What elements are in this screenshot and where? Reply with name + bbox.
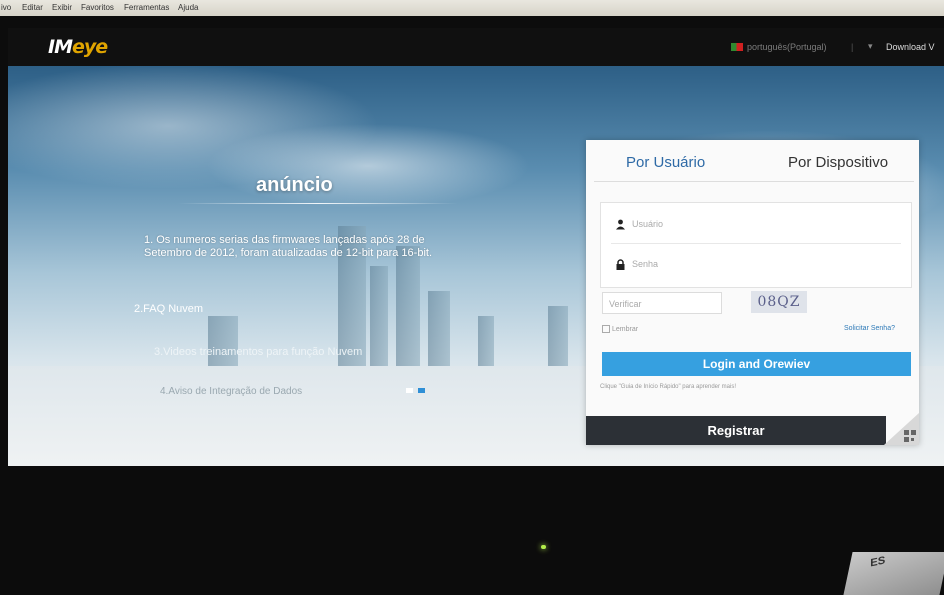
username-placeholder: Usuário (632, 219, 664, 229)
language-label: português(Portugal) (747, 42, 827, 52)
remember-label: Lembrar (612, 325, 639, 333)
credentials-box: Usuário Senha (600, 202, 912, 288)
tab-by-user[interactable]: Por Usuário (626, 154, 705, 171)
quick-start-hint[interactable]: Clique "Guia de Início Rápido" para apre… (600, 384, 736, 390)
login-panel: Por Usuário Por Dispositivo Usuário Senh… (586, 140, 919, 445)
username-field[interactable]: Usuário (615, 219, 663, 230)
portugal-flag-icon (731, 43, 743, 51)
logo-prefix: IM (48, 36, 73, 58)
captcha-image[interactable]: 08QZ (751, 291, 807, 313)
download-link[interactable]: Download V (886, 42, 935, 52)
register-button[interactable]: Registrar (586, 416, 886, 445)
site-header: IMeye português(Portugal) | ▾ Download V (8, 28, 944, 66)
menu-item-file[interactable]: ivo (1, 3, 11, 12)
menu-item-tools[interactable]: Ferramentas (124, 3, 169, 12)
login-button[interactable]: Login and Orewiev (602, 352, 911, 376)
password-field[interactable]: Senha (615, 259, 659, 271)
carousel-dot-active[interactable] (418, 388, 425, 393)
menu-item-edit[interactable]: Editar (22, 3, 43, 12)
menu-item-favorites[interactable]: Favoritos (81, 3, 114, 12)
browser-menubar: ivo Editar Exibir Favoritos Ferramentas … (0, 0, 944, 16)
qr-code-icon[interactable] (884, 413, 919, 445)
carousel-dot[interactable] (406, 388, 413, 393)
verify-code-input[interactable]: Verificar (602, 292, 722, 314)
power-led-indicator (541, 545, 546, 549)
password-placeholder: Senha (632, 259, 659, 269)
checkbox-box[interactable] (602, 325, 610, 333)
remember-checkbox[interactable]: Lembrar (602, 325, 638, 333)
announcement-title: anúncio (256, 174, 333, 196)
menu-item-help[interactable]: Ajuda (178, 3, 198, 12)
language-separator: | (851, 42, 854, 52)
announcement-item[interactable]: 4.Aviso de Integração de Dados (160, 386, 302, 397)
chevron-down-icon: ▾ (868, 41, 873, 51)
tab-divider (594, 181, 914, 182)
forgot-password-link[interactable]: Solicitar Senha? (844, 325, 895, 332)
announcement-item[interactable]: 2.FAQ Nuvem (134, 303, 203, 315)
paper-sheet: ES (843, 552, 944, 595)
site-logo[interactable]: IMeye (48, 36, 108, 58)
field-divider (611, 243, 901, 244)
title-divider (178, 203, 458, 204)
tab-by-device[interactable]: Por Dispositivo (788, 154, 888, 171)
announcement-item[interactable]: 1. Os numeros serias das firmwares lança… (144, 234, 464, 260)
user-icon (616, 219, 625, 230)
paper-text: ES (870, 554, 886, 570)
lock-icon (616, 259, 625, 271)
announcement-item[interactable]: 3.Videos treinamentos para função Nuvem (154, 346, 362, 358)
menu-item-view[interactable]: Exibir (52, 3, 72, 12)
logo-suffix: eye (71, 36, 108, 58)
